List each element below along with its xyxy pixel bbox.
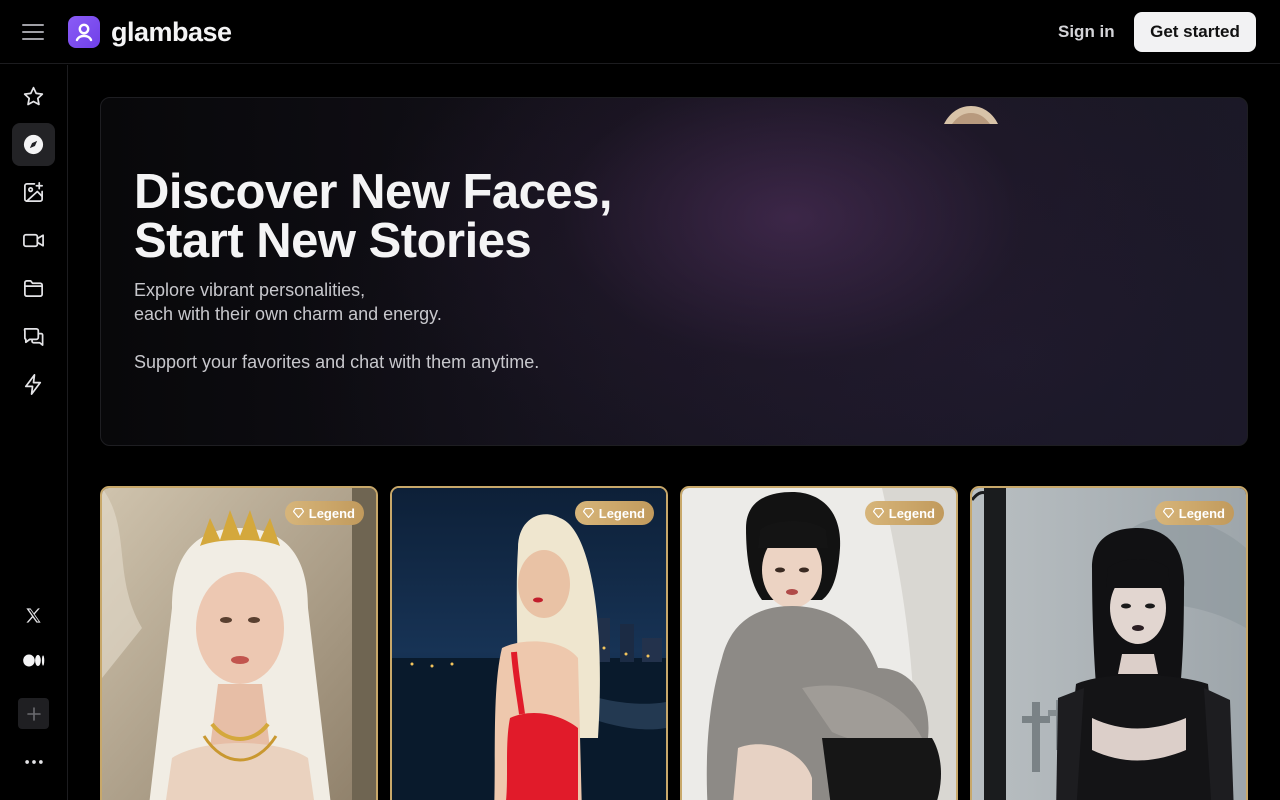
star-icon [23,86,44,106]
character-card[interactable]: Legend [970,486,1248,800]
sidebar-item-chats[interactable] [12,315,55,358]
add-button[interactable] [18,698,49,729]
brand-logo[interactable]: glambase [68,16,232,48]
lightning-icon [24,374,42,395]
medium-social-link[interactable] [12,639,55,682]
chat-icon [23,327,44,346]
diamond-icon [292,508,304,518]
hero-banner: Discover New Faces, Start New Stories Ex… [100,97,1248,446]
legend-badge-label: Legend [888,505,935,521]
sidebar-item-video[interactable] [12,219,55,262]
hero-subtitle-line-3: Support your favorites and chat with the… [134,352,540,372]
folder-icon [24,279,43,298]
legend-badge: Legend [1154,501,1234,525]
sign-in-button[interactable]: Sign in [1044,18,1129,46]
top-bar: glambase Sign in Get started [0,0,1280,64]
menu-icon[interactable] [22,20,46,44]
video-icon [23,233,44,248]
hero-subtitle-line-2: each with their own charm and energy. [134,304,442,324]
medium-logo-icon [22,654,44,667]
character-card[interactable]: Legend [100,486,378,800]
hero-peek-image [944,106,998,124]
character-photo [972,488,1246,800]
get-started-button[interactable]: Get started [1134,12,1256,52]
sidebar-item-collections[interactable] [12,267,55,310]
logo-mark-icon [68,16,100,48]
more-button[interactable] [12,740,55,783]
hero-title: Discover New Faces, Start New Stories [134,165,613,268]
hero-subtitle-line-1: Explore vibrant personalities, [134,280,366,300]
x-social-link[interactable] [12,594,55,637]
legend-badge: Legend [574,501,654,525]
plus-icon [26,706,41,721]
character-card[interactable]: Legend [390,486,668,800]
hero-title-line-2: Start New Stories [134,214,532,268]
sidebar-item-image-generator[interactable] [12,171,55,214]
legend-badge-label: Legend [1178,505,1225,521]
legend-badge-label: Legend [308,505,355,521]
brand-name: glambase [111,16,232,47]
legend-badge: Legend [284,501,364,525]
character-photo [682,488,956,800]
x-logo-icon [26,608,41,623]
diamond-icon [582,508,594,518]
legend-badge-label: Legend [598,505,645,521]
character-card[interactable]: Legend [680,486,958,800]
image-sparkle-icon [24,182,43,202]
character-photo [392,488,666,800]
sidebar [0,65,68,800]
sidebar-item-boost[interactable] [12,363,55,406]
hero-subtitle: Explore vibrant personalities, each with… [134,278,442,326]
legend-badge: Legend [864,501,944,525]
sidebar-item-favorites[interactable] [12,75,55,118]
diamond-icon [1162,508,1174,518]
sidebar-item-discover[interactable] [12,123,55,166]
compass-icon [23,134,44,155]
more-dots-icon [24,759,43,764]
hero-title-line-1: Discover New Faces, [134,165,613,219]
diamond-icon [872,508,884,518]
character-photo [102,488,376,800]
